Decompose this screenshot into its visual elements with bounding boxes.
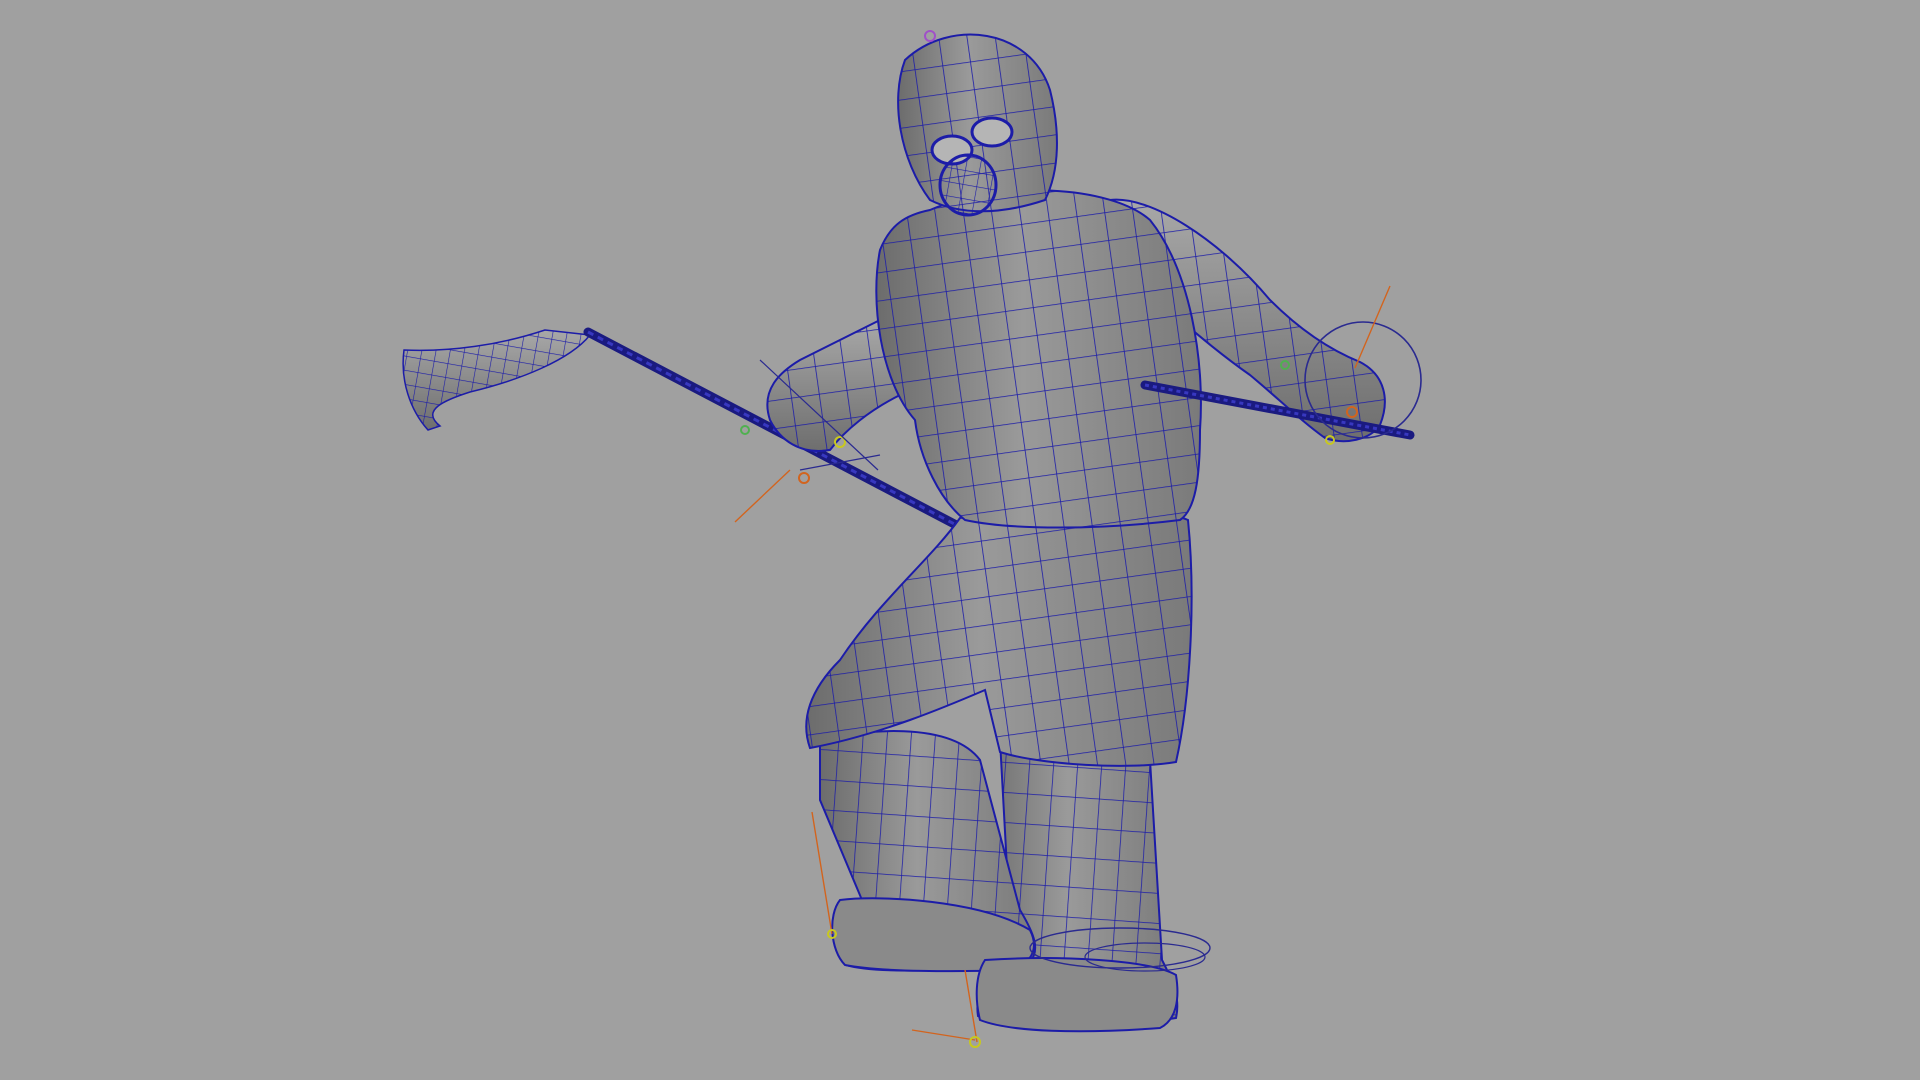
- ik-line-left-leg: [811, 811, 833, 935]
- character-scene[interactable]: [0, 0, 1920, 1080]
- torso-mesh[interactable]: [875, 189, 1202, 529]
- head-locator[interactable]: [924, 30, 936, 42]
- flag-cloth-mesh[interactable]: [402, 329, 592, 431]
- 3d-viewport[interactable]: [0, 0, 1920, 1080]
- hips-mesh[interactable]: [805, 505, 1193, 767]
- right-boot-mesh[interactable]: [975, 957, 1179, 1033]
- ik-line-foot: [911, 1029, 976, 1041]
- respirator-filter: [938, 153, 998, 217]
- joint-left-hand[interactable]: [740, 425, 750, 435]
- ik-line-left-arm: [734, 469, 791, 523]
- joint-right-ankle[interactable]: [969, 1036, 981, 1048]
- joint-left-elbow[interactable]: [798, 472, 810, 484]
- ik-line-right-leg: [964, 969, 978, 1043]
- right-goggle-lens: [970, 116, 1014, 148]
